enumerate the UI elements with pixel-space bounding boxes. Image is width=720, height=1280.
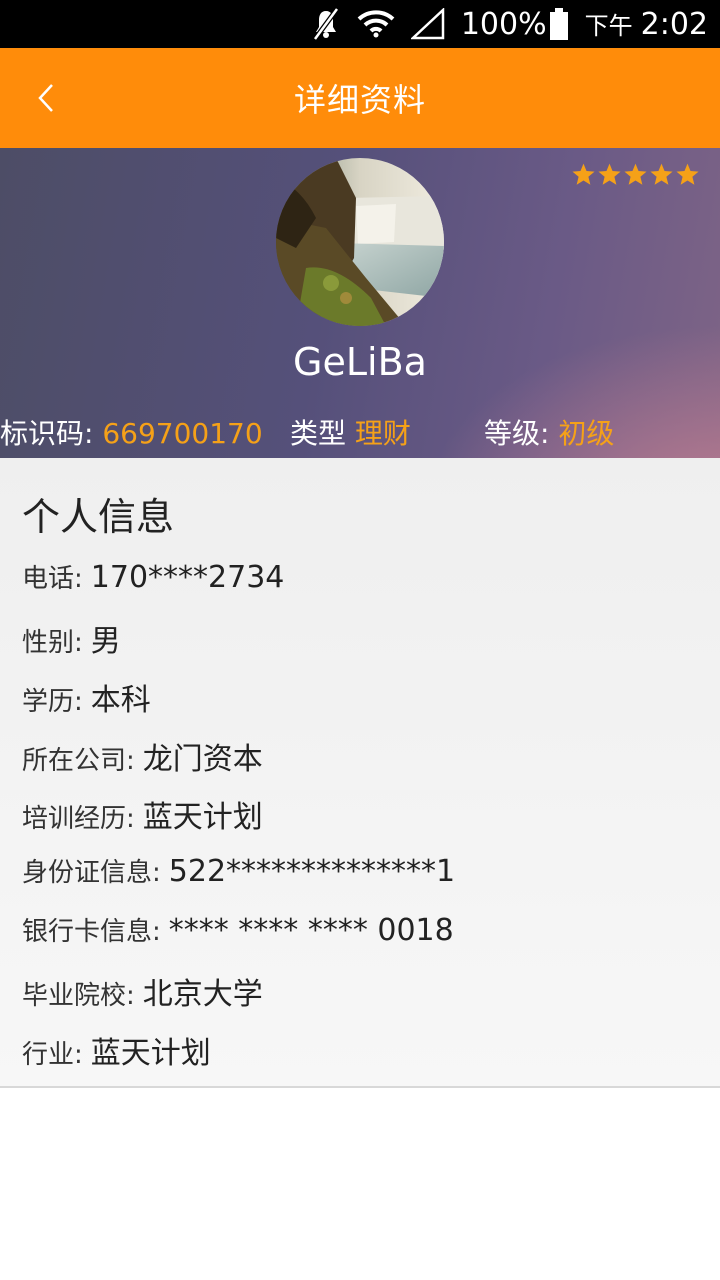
info-label: 电话: bbox=[22, 564, 83, 594]
profile-level-label: 等级: bbox=[484, 417, 550, 450]
star-icon bbox=[572, 163, 595, 185]
info-label: 银行卡信息: bbox=[22, 917, 161, 947]
page-title: 详细资料 bbox=[293, 81, 426, 119]
info-label: 身份证信息: bbox=[22, 858, 161, 888]
info-row-school: 毕业院校: 北京大学 bbox=[22, 969, 263, 1013]
profile-type-label: 类型 bbox=[290, 417, 347, 450]
info-row-bank-card: 银行卡信息: **** **** **** 0018 bbox=[22, 911, 454, 948]
personal-info-section: 个人信息 电话: 170****2734 性别: 男 学历: 本科 所在公司: 龙门资本… bbox=[0, 458, 720, 1088]
profile-id: 标识码: 669700170 bbox=[0, 412, 263, 452]
info-row-education: 学历: 本科 bbox=[22, 675, 151, 719]
rating-stars bbox=[571, 162, 700, 187]
star-icon bbox=[676, 163, 699, 185]
info-row-industry: 行业: 蓝天计划 bbox=[22, 1028, 211, 1072]
app-bar: 详细资料 bbox=[0, 48, 720, 148]
chevron-left-icon bbox=[38, 84, 53, 112]
info-value: 龙门资本 bbox=[142, 742, 263, 777]
info-value: 北京大学 bbox=[142, 977, 263, 1012]
info-label: 毕业院校: bbox=[22, 981, 135, 1011]
section-title: 个人信息 bbox=[22, 495, 175, 539]
status-bar: 100% 下午 2:02 bbox=[0, 0, 720, 48]
info-row-phone: 电话: 170****2734 bbox=[22, 558, 284, 595]
star-icon bbox=[650, 163, 673, 185]
mute-icon bbox=[311, 7, 341, 41]
info-label: 性别: bbox=[22, 628, 83, 658]
clock-time: 2:02 bbox=[640, 7, 708, 42]
clock: 下午 2:02 bbox=[585, 6, 708, 42]
info-value: **** **** **** 0018 bbox=[168, 913, 454, 948]
profile-type-value: 理财 bbox=[354, 417, 411, 450]
info-value: 蓝天计划 bbox=[90, 1036, 211, 1071]
info-row-training: 培训经历: 蓝天计划 bbox=[22, 792, 263, 836]
info-label: 培训经历: bbox=[22, 804, 135, 834]
info-label: 行业: bbox=[22, 1040, 83, 1070]
info-value: 170****2734 bbox=[90, 560, 285, 595]
battery-status: 100% bbox=[461, 7, 569, 42]
clock-ampm: 下午 bbox=[584, 12, 633, 40]
profile-header: GeLiBa 标识码: 669700170 类型 理财 等级: 初级 bbox=[0, 148, 720, 458]
battery-percent: 100% bbox=[460, 6, 547, 42]
profile-level-value: 初级 bbox=[558, 417, 615, 450]
info-label: 所在公司: bbox=[22, 746, 135, 776]
info-value: 522**************1 bbox=[168, 854, 456, 889]
profile-id-label: 标识码: bbox=[0, 417, 94, 450]
signal-icon bbox=[410, 8, 445, 40]
star-icon bbox=[624, 163, 647, 185]
profile-username: GeLiBa bbox=[293, 340, 427, 384]
star-icon bbox=[598, 163, 621, 185]
info-value: 蓝天计划 bbox=[142, 800, 263, 835]
back-button[interactable] bbox=[18, 70, 74, 126]
info-row-company: 所在公司: 龙门资本 bbox=[22, 734, 263, 778]
info-row-id-card: 身份证信息: 522**************1 bbox=[22, 852, 455, 889]
info-label: 学历: bbox=[22, 687, 83, 717]
profile-type: 类型 理财 bbox=[290, 412, 411, 452]
profile-id-value: 669700170 bbox=[102, 417, 263, 450]
profile-level: 等级: 初级 bbox=[484, 412, 614, 452]
info-row-gender: 性别: 男 bbox=[22, 616, 121, 660]
wifi-icon bbox=[357, 10, 395, 38]
avatar[interactable] bbox=[276, 158, 444, 326]
info-value: 本科 bbox=[90, 683, 151, 718]
info-value: 男 bbox=[90, 624, 121, 659]
battery-icon bbox=[549, 8, 569, 40]
